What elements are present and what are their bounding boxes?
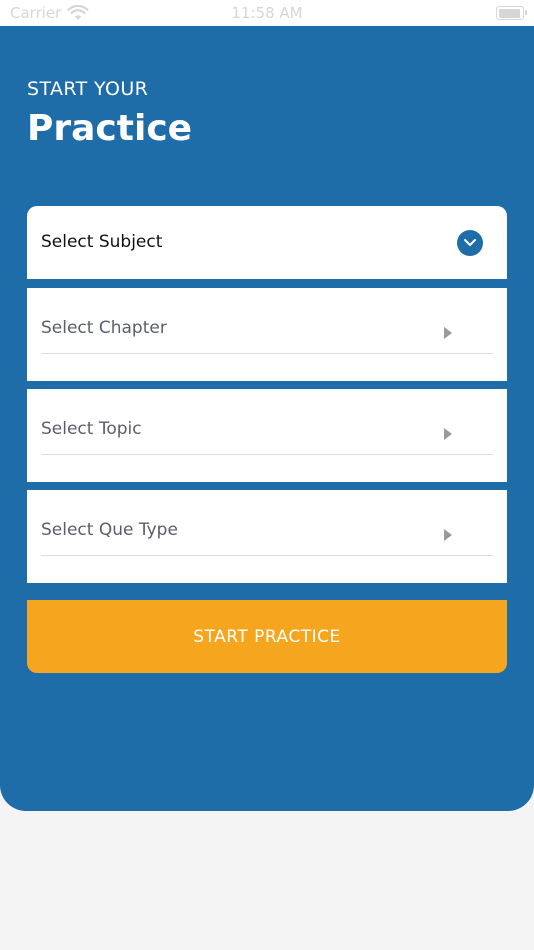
page-title: Practice (27, 108, 193, 149)
battery-icon (496, 6, 527, 20)
select-topic-label: Select Topic (41, 419, 142, 439)
select-subject-dropdown[interactable]: Select Subject (27, 206, 507, 279)
select-que-type-label: Select Que Type (41, 520, 178, 540)
chevron-down-circle-icon[interactable] (457, 230, 483, 256)
select-chapter-field[interactable]: Select Chapter (27, 288, 507, 381)
caret-right-icon (444, 428, 452, 440)
select-topic-field[interactable]: Select Topic (27, 389, 507, 482)
status-bar: Carrier 11:58 AM (0, 0, 534, 26)
field-underline (41, 555, 493, 556)
select-que-type-field[interactable]: Select Que Type (27, 490, 507, 583)
status-time: 11:58 AM (231, 4, 303, 22)
practice-panel: START YOUR Practice Select Subject Selec… (0, 26, 534, 811)
start-practice-button[interactable]: START PRACTICE (27, 600, 507, 673)
field-underline (41, 454, 493, 455)
caret-right-icon (444, 529, 452, 541)
field-underline (41, 353, 493, 354)
caret-right-icon (444, 327, 452, 339)
select-chapter-label: Select Chapter (41, 318, 167, 338)
header-eyebrow: START YOUR (27, 78, 149, 100)
select-subject-label: Select Subject (41, 232, 163, 252)
